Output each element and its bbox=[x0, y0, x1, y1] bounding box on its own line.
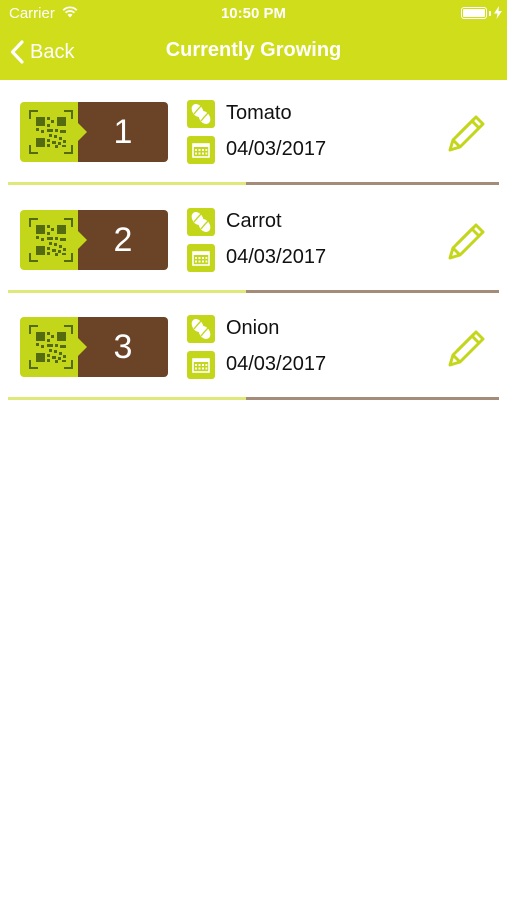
qr-code-icon bbox=[29, 110, 73, 154]
qr-tag-left bbox=[20, 102, 82, 162]
qr-code-icon bbox=[29, 217, 73, 262]
charging-icon bbox=[494, 6, 502, 19]
battery-icon bbox=[461, 7, 487, 19]
qr-tag[interactable]: 3 bbox=[20, 317, 168, 377]
planted-date: 04/03/2017 bbox=[226, 138, 327, 160]
qr-tag[interactable]: 2 bbox=[20, 209, 168, 270]
plant-name: Carrot bbox=[226, 209, 282, 232]
battery-tip bbox=[489, 11, 491, 16]
calendar-icon bbox=[187, 243, 215, 272]
item-number: 2 bbox=[113, 220, 133, 259]
plant-name: Tomato bbox=[226, 102, 292, 124]
planted-date: 04/03/2017 bbox=[226, 353, 327, 375]
seed-icon bbox=[187, 100, 215, 128]
item-number: 3 bbox=[113, 328, 133, 366]
progress-divider bbox=[8, 397, 499, 400]
status-bar: Carrier 10:50 PM bbox=[0, 0, 507, 28]
seed-icon bbox=[187, 207, 215, 236]
list-item[interactable]: 3 Onion 04/03/2017 bbox=[0, 295, 507, 403]
progress-divider bbox=[8, 182, 499, 185]
qr-tag-left bbox=[20, 317, 82, 377]
page-title: Currently Growing bbox=[165, 39, 342, 61]
clock: 10:50 PM bbox=[220, 5, 287, 22]
planted-date: 04/03/2017 bbox=[226, 245, 327, 268]
qr-tag-left bbox=[20, 209, 82, 270]
navigation-bar: Carrier 10:50 PM Back Currently Growing bbox=[0, 0, 507, 80]
calendar-icon bbox=[187, 136, 215, 164]
qr-tag[interactable]: 1 bbox=[20, 102, 168, 162]
pencil-icon[interactable] bbox=[447, 113, 487, 153]
pencil-icon[interactable] bbox=[447, 221, 487, 261]
qr-code-icon bbox=[29, 325, 73, 369]
item-number: 1 bbox=[113, 113, 133, 151]
list-item[interactable]: 2 Carrot 04/03/2017 bbox=[0, 188, 507, 296]
calendar-icon bbox=[187, 351, 215, 379]
pencil-icon[interactable] bbox=[447, 328, 487, 368]
list-item[interactable]: 1 Tomato 04/03/2017 bbox=[0, 80, 507, 188]
growing-list: 1 Tomato 04/03/2017 2 Carrot 04/03/2017 … bbox=[0, 80, 507, 403]
plant-name: Onion bbox=[226, 317, 280, 339]
seed-icon bbox=[187, 315, 215, 343]
progress-divider bbox=[8, 289, 499, 293]
